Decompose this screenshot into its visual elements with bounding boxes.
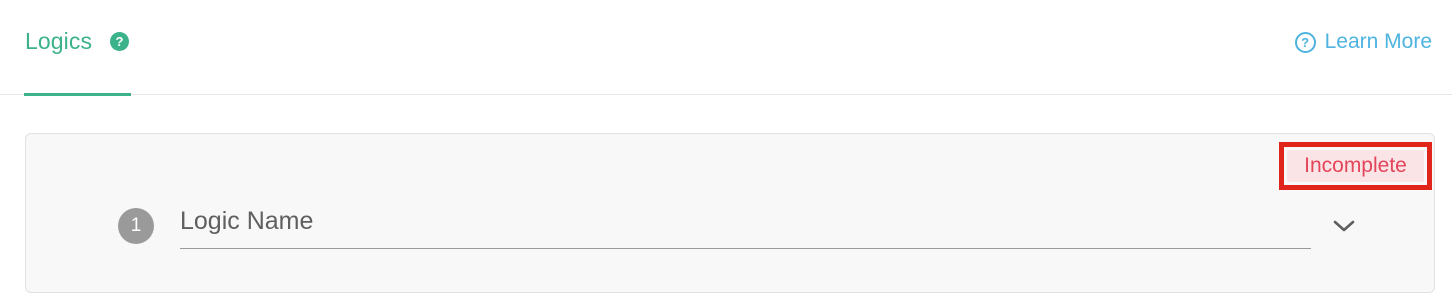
step-number-badge: 1 [118,208,154,244]
tab-logics[interactable]: Logics ? [24,0,131,96]
chevron-down-icon[interactable] [1326,211,1362,241]
logic-card: Incomplete 1 [25,133,1435,293]
learn-more-link[interactable]: ? Learn More [1294,30,1432,54]
active-tab-indicator [24,93,131,96]
top-bar: Logics ? ? Learn More [0,0,1452,96]
learn-more-label: Learn More [1324,30,1432,53]
question-circle-icon: ? [1294,31,1316,53]
status-badge: Incomplete [1287,150,1424,182]
help-icon[interactable]: ? [110,32,129,51]
logic-name-input[interactable] [180,200,1311,249]
tab-logics-label: Logics [25,28,93,54]
